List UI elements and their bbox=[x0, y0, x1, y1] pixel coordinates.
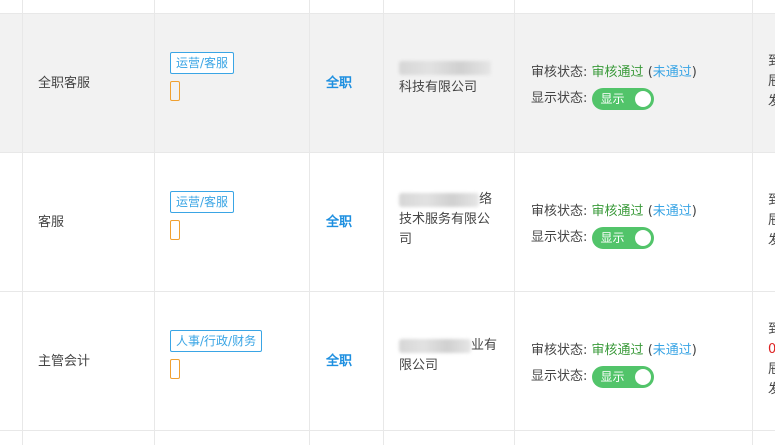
display-status-label: 显示状态: bbox=[531, 230, 588, 245]
truncated-text: 发 bbox=[768, 382, 775, 397]
tag-placeholder-box bbox=[170, 220, 180, 240]
review-pass-link[interactable]: 审核通过 bbox=[592, 65, 644, 80]
company-name-line2: 限公司 bbox=[399, 358, 439, 373]
table-row: 主管会计 人事/行政/财务 全职 业有 限公司 审核状态: 审核通过 (未通过)… bbox=[0, 292, 775, 431]
truncated-text: 发 bbox=[768, 233, 775, 248]
review-pass-link[interactable]: 审核通过 bbox=[592, 204, 644, 219]
display-toggle[interactable]: 显示 bbox=[591, 365, 654, 388]
toggle-text: 显示 bbox=[600, 230, 625, 245]
job-title[interactable]: 客服 bbox=[38, 211, 64, 230]
table-row: 全职客服 运营/客服 全职 科技有限公司 审核状态: 审核通过 (未通过) 显示… bbox=[0, 14, 775, 153]
display-status-label: 显示状态: bbox=[531, 91, 588, 106]
status-block: 审核状态: 审核通过 (未通过) 显示状态: 显示 bbox=[531, 338, 697, 390]
review-status-label: 审核状态: bbox=[531, 65, 588, 80]
truncated-text: 发 bbox=[768, 94, 775, 109]
category-tag: 运营/客服 bbox=[170, 191, 235, 213]
redacted-text bbox=[399, 60, 491, 75]
review-pass-link[interactable]: 审核通过 bbox=[592, 343, 644, 358]
table-row-partial-bottom bbox=[0, 431, 775, 445]
truncated-text: 屉 bbox=[768, 213, 775, 228]
company-name-line3: 司 bbox=[399, 232, 413, 247]
job-title[interactable]: 全职客服 bbox=[38, 72, 90, 91]
job-type-label: 全职 bbox=[326, 215, 353, 230]
tag-placeholder-box bbox=[170, 359, 180, 379]
table-row-partial-top bbox=[0, 0, 775, 14]
display-status-label: 显示状态: bbox=[531, 369, 588, 384]
review-status-label: 审核状态: bbox=[531, 343, 588, 358]
redacted-text bbox=[399, 192, 479, 207]
job-type-label: 全职 bbox=[326, 76, 353, 91]
toggle-text: 显示 bbox=[600, 369, 625, 384]
company-name-line1-tail: 络 bbox=[479, 192, 493, 207]
tag-placeholder-box bbox=[170, 81, 180, 101]
display-status: 显示状态: 显示 bbox=[531, 364, 697, 390]
paren-close: ) bbox=[691, 343, 697, 358]
status-block: 审核状态: 审核通过 (未通过) 显示状态: 显示 bbox=[531, 199, 697, 251]
job-list-table: 全职客服 运营/客服 全职 科技有限公司 审核状态: 审核通过 (未通过) 显示… bbox=[0, 0, 775, 445]
category-tag: 运营/客服 bbox=[170, 52, 235, 74]
column-divider bbox=[22, 0, 23, 445]
right-column-truncated: 到 屉 发 bbox=[768, 52, 775, 112]
company-name-line1-tail: 业有 bbox=[471, 338, 498, 353]
truncated-text: 到 bbox=[768, 54, 775, 69]
right-column-truncated: 到 0 屉 发 bbox=[768, 320, 775, 400]
company-name-line2: 技术服务有限公 bbox=[399, 212, 491, 227]
paren-close: ) bbox=[691, 65, 697, 80]
toggle-knob bbox=[634, 368, 651, 385]
toggle-knob bbox=[634, 90, 651, 107]
job-type-label: 全职 bbox=[326, 354, 353, 369]
display-status: 显示状态: 显示 bbox=[531, 86, 697, 112]
paren-close: ) bbox=[691, 204, 697, 219]
column-divider bbox=[752, 0, 753, 445]
truncated-text: 到 bbox=[768, 193, 775, 208]
display-toggle[interactable]: 显示 bbox=[591, 226, 654, 249]
table-row: 客服 运营/客服 全职 络 技术服务有限公 司 审核状态: 审核通过 (未通过)… bbox=[0, 153, 775, 292]
review-fail-link[interactable]: 未通过 bbox=[653, 204, 692, 219]
company-name: 业有 限公司 bbox=[399, 336, 497, 376]
display-toggle[interactable]: 显示 bbox=[591, 87, 654, 110]
truncated-text: 屉 bbox=[768, 74, 775, 89]
truncated-text: 屉 bbox=[768, 362, 775, 377]
redacted-text bbox=[399, 338, 471, 353]
column-divider bbox=[514, 0, 515, 445]
truncated-text: 到 bbox=[768, 322, 775, 337]
column-divider bbox=[309, 0, 310, 445]
toggle-knob bbox=[634, 229, 651, 246]
company-name: 科技有限公司 bbox=[399, 58, 497, 98]
company-name-line2: 科技有限公司 bbox=[399, 80, 478, 95]
truncated-text: 0 bbox=[768, 342, 775, 357]
review-status: 审核状态: 审核通过 (未通过) bbox=[531, 60, 697, 86]
category-tag: 人事/行政/财务 bbox=[170, 330, 263, 352]
status-block: 审核状态: 审核通过 (未通过) 显示状态: 显示 bbox=[531, 60, 697, 112]
display-status: 显示状态: 显示 bbox=[531, 225, 697, 251]
toggle-text: 显示 bbox=[600, 91, 625, 106]
review-status-label: 审核状态: bbox=[531, 204, 588, 219]
review-status: 审核状态: 审核通过 (未通过) bbox=[531, 338, 697, 364]
job-title[interactable]: 主管会计 bbox=[38, 350, 90, 369]
column-divider bbox=[154, 0, 155, 445]
right-column-truncated: 到 屉 发 bbox=[768, 191, 775, 251]
column-divider bbox=[383, 0, 384, 445]
company-name: 络 技术服务有限公 司 bbox=[399, 190, 497, 250]
review-fail-link[interactable]: 未通过 bbox=[653, 65, 692, 80]
review-status: 审核状态: 审核通过 (未通过) bbox=[531, 199, 697, 225]
review-fail-link[interactable]: 未通过 bbox=[653, 343, 692, 358]
